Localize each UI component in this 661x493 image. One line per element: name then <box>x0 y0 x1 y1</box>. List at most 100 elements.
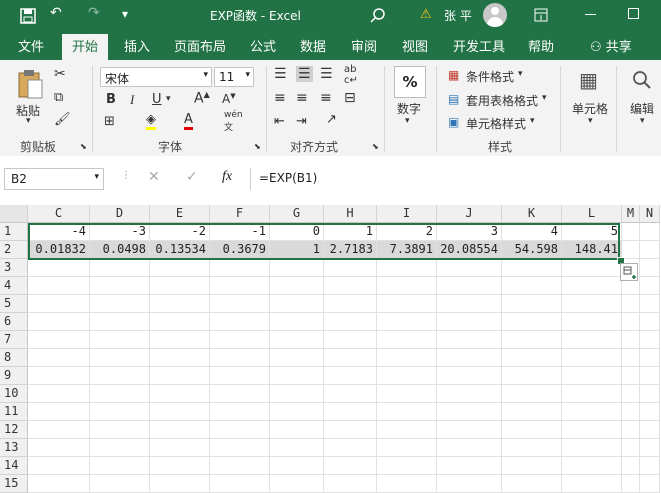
cell[interactable] <box>270 403 324 421</box>
cell[interactable] <box>150 385 210 403</box>
cell[interactable] <box>377 331 437 349</box>
dialog-launcher-icon[interactable]: ⬊ <box>80 142 87 151</box>
name-box[interactable]: B2 ▾ <box>4 168 104 190</box>
cell[interactable] <box>562 367 622 385</box>
cell[interactable] <box>210 475 270 493</box>
cell[interactable] <box>562 313 622 331</box>
cell[interactable] <box>324 259 377 277</box>
ribbon-display-icon[interactable] <box>534 8 548 22</box>
cell[interactable] <box>28 313 90 331</box>
paste-icon[interactable] <box>16 68 44 100</box>
cell[interactable] <box>210 367 270 385</box>
cell[interactable] <box>502 259 562 277</box>
tab-formulas[interactable]: 公式 <box>250 36 276 55</box>
chevron-down-icon[interactable]: ▾ <box>405 116 410 126</box>
cell[interactable]: 0.3679 <box>210 241 270 259</box>
enter-icon[interactable]: ✓ <box>186 169 198 185</box>
cell[interactable] <box>210 331 270 349</box>
conditional-format-button[interactable]: 条件格式 <box>466 68 514 85</box>
cell[interactable]: -3 <box>90 223 150 241</box>
tab-file[interactable]: 文件 <box>18 36 44 55</box>
cell[interactable] <box>324 475 377 493</box>
cell[interactable] <box>622 295 640 313</box>
tab-data[interactable]: 数据 <box>300 36 326 55</box>
cell[interactable] <box>270 349 324 367</box>
cell[interactable] <box>210 439 270 457</box>
cell[interactable] <box>622 457 640 475</box>
cell[interactable] <box>270 313 324 331</box>
align-center-icon[interactable]: ≡ <box>296 90 308 106</box>
cell[interactable] <box>90 403 150 421</box>
cell[interactable] <box>562 277 622 295</box>
cell[interactable] <box>502 331 562 349</box>
cell[interactable] <box>90 367 150 385</box>
cell[interactable] <box>502 421 562 439</box>
cell[interactable] <box>622 385 640 403</box>
borders-icon[interactable]: ⊞ <box>104 114 115 129</box>
cell[interactable]: 20.08554 <box>437 241 502 259</box>
bold-button[interactable]: B <box>106 92 116 107</box>
cell[interactable] <box>28 295 90 313</box>
cell[interactable] <box>324 439 377 457</box>
cell[interactable] <box>562 331 622 349</box>
number-label[interactable]: 数字 <box>397 100 421 117</box>
cell[interactable] <box>270 457 324 475</box>
cell[interactable] <box>640 331 660 349</box>
font-color-icon[interactable]: A <box>184 112 193 130</box>
cell[interactable] <box>502 313 562 331</box>
row-header[interactable]: 10 <box>0 385 28 403</box>
merge-center-icon[interactable]: ⊟ <box>344 90 356 106</box>
cell[interactable] <box>270 277 324 295</box>
column-header[interactable]: L <box>562 205 622 223</box>
tab-page-layout[interactable]: 页面布局 <box>174 36 226 55</box>
cell[interactable] <box>28 277 90 295</box>
cell[interactable] <box>640 367 660 385</box>
cell[interactable] <box>437 475 502 493</box>
cell[interactable] <box>622 403 640 421</box>
cell[interactable] <box>377 403 437 421</box>
cell[interactable] <box>502 349 562 367</box>
search-icon[interactable] <box>632 70 652 90</box>
cell[interactable] <box>150 259 210 277</box>
row-header[interactable]: 7 <box>0 331 28 349</box>
cell[interactable] <box>377 295 437 313</box>
column-header[interactable]: G <box>270 205 324 223</box>
cell[interactable] <box>640 241 660 259</box>
cell[interactable] <box>150 457 210 475</box>
cell[interactable] <box>622 367 640 385</box>
cell[interactable] <box>502 457 562 475</box>
cell[interactable]: 4 <box>502 223 562 241</box>
cell[interactable] <box>150 439 210 457</box>
cell[interactable] <box>324 349 377 367</box>
cell[interactable] <box>640 385 660 403</box>
cell[interactable] <box>210 277 270 295</box>
maximize-icon[interactable] <box>628 8 639 19</box>
cell-styles-button[interactable]: 单元格样式 <box>466 115 526 132</box>
column-header[interactable]: M <box>622 205 640 223</box>
cell[interactable] <box>437 259 502 277</box>
cell[interactable] <box>210 421 270 439</box>
cell[interactable]: 0 <box>270 223 324 241</box>
cell[interactable]: 1 <box>270 241 324 259</box>
cell[interactable] <box>502 277 562 295</box>
cell[interactable] <box>150 313 210 331</box>
column-header[interactable]: E <box>150 205 210 223</box>
undo-icon[interactable]: ↶ <box>50 5 62 21</box>
align-bottom-icon[interactable]: ☰ <box>320 66 333 82</box>
cell[interactable]: 54.598 <box>502 241 562 259</box>
column-header[interactable]: H <box>324 205 377 223</box>
column-header[interactable]: J <box>437 205 502 223</box>
avatar[interactable] <box>483 3 507 27</box>
cell[interactable] <box>377 349 437 367</box>
chevron-down-icon[interactable]: ▾ <box>542 93 547 103</box>
cell[interactable] <box>324 385 377 403</box>
chevron-down-icon[interactable]: ▾ <box>530 116 535 126</box>
cell[interactable] <box>562 385 622 403</box>
cell[interactable] <box>437 385 502 403</box>
tab-help[interactable]: 帮助 <box>528 36 554 55</box>
increase-font-icon[interactable]: A▲ <box>194 90 210 107</box>
cell[interactable] <box>90 349 150 367</box>
cell[interactable] <box>324 403 377 421</box>
row-header[interactable]: 15 <box>0 475 28 493</box>
cell[interactable] <box>622 421 640 439</box>
